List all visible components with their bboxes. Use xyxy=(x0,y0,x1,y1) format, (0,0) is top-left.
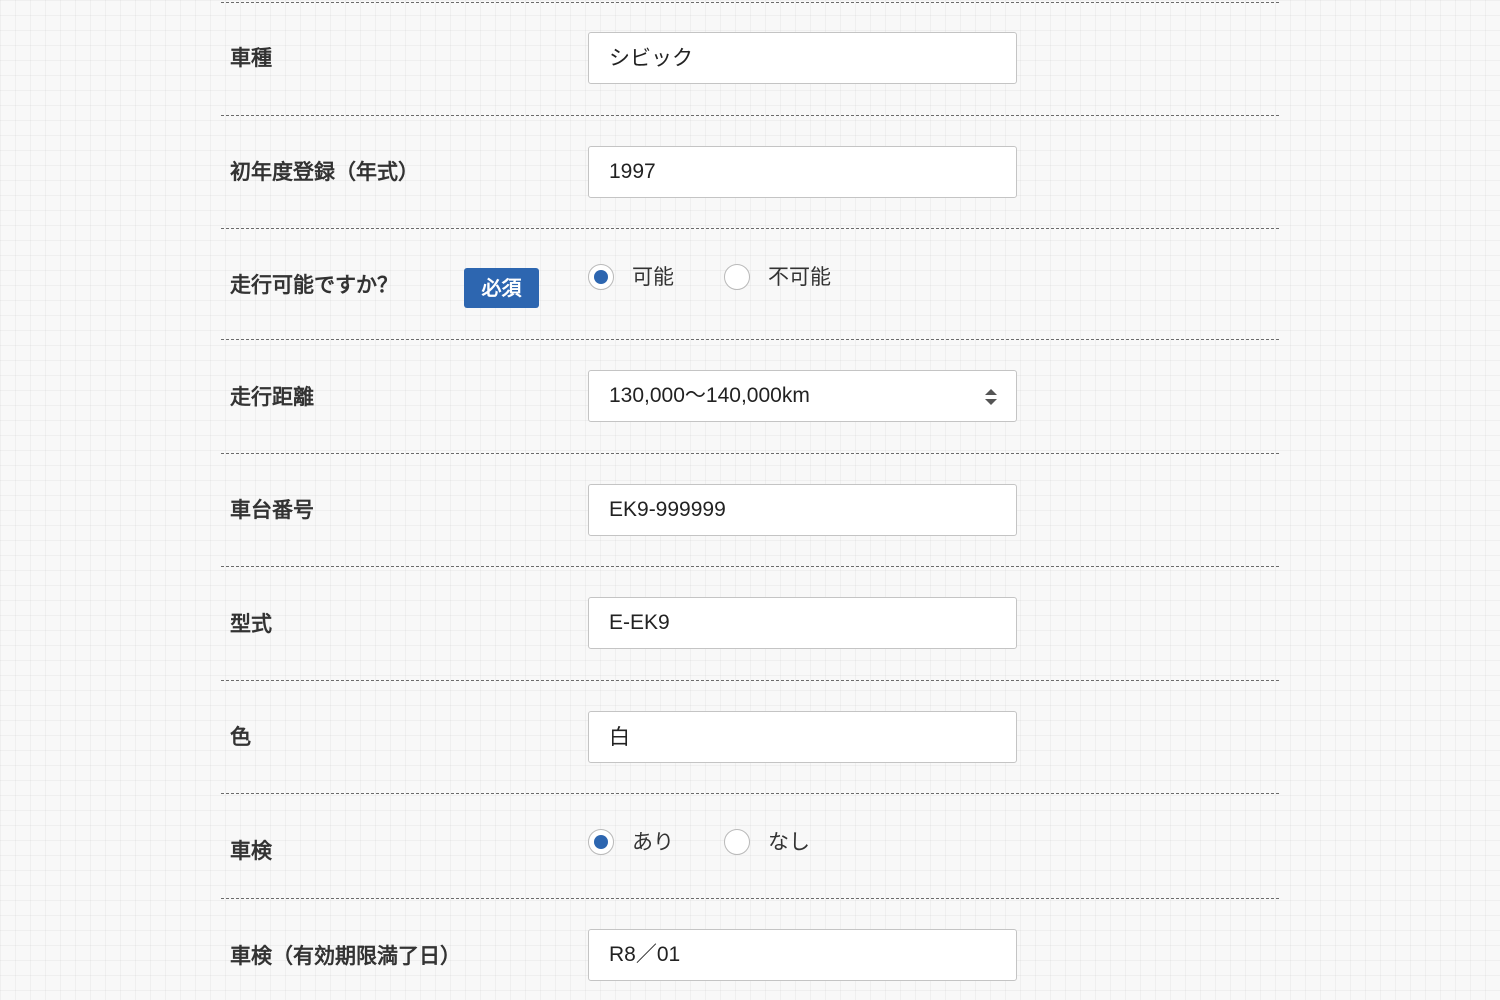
row-divider xyxy=(221,680,1279,681)
chassis-number-value: EK9-999999 xyxy=(609,498,726,521)
mileage-value: 130,000〜140,000km xyxy=(609,384,810,407)
row-divider xyxy=(221,228,1279,229)
row-divider xyxy=(221,339,1279,340)
row-divider xyxy=(221,453,1279,454)
row-divider xyxy=(221,115,1279,116)
inspection-no-radio[interactable] xyxy=(724,829,750,855)
first-registration-input[interactable]: 1997 xyxy=(588,146,1017,198)
color-value: 白 xyxy=(609,725,630,749)
model-code-input[interactable]: E-EK9 xyxy=(588,597,1017,649)
drivable-label: 走行可能ですか？ xyxy=(230,273,398,297)
mileage-select[interactable]: 130,000〜140,000km xyxy=(588,370,1017,422)
select-arrows-icon xyxy=(985,389,997,405)
mileage-label: 走行距離 xyxy=(230,385,314,409)
row-divider xyxy=(221,2,1279,3)
chassis-number-input[interactable]: EK9-999999 xyxy=(588,484,1017,536)
row-divider xyxy=(221,793,1279,794)
model-code-value: E-EK9 xyxy=(609,611,670,634)
required-badge: 必須 xyxy=(464,268,539,308)
inspection-label: 車検 xyxy=(230,839,272,863)
inspection-expiry-input[interactable]: R8／01 xyxy=(588,929,1017,981)
drivable-no-radio[interactable] xyxy=(724,264,750,290)
first-registration-value: 1997 xyxy=(609,160,656,183)
drivable-yes-radio[interactable] xyxy=(588,264,614,290)
color-input[interactable]: 白 xyxy=(588,711,1017,763)
inspection-yes-radio[interactable] xyxy=(588,829,614,855)
car-model-input[interactable]: シビック xyxy=(588,32,1017,84)
row-divider xyxy=(221,898,1279,899)
inspection-expiry-label: 車検（有効期限満了日） xyxy=(230,944,461,968)
inspection-yes-label[interactable]: あり xyxy=(632,827,674,857)
car-model-value: シビック xyxy=(609,46,693,70)
drivable-no-label[interactable]: 不可能 xyxy=(768,262,831,292)
car-model-label: 車種 xyxy=(230,46,272,70)
chassis-number-label: 車台番号 xyxy=(230,498,314,522)
drivable-yes-label[interactable]: 可能 xyxy=(632,262,674,292)
inspection-no-label[interactable]: なし xyxy=(768,827,810,857)
model-code-label: 型式 xyxy=(230,612,272,636)
inspection-expiry-value: R8／01 xyxy=(609,943,681,966)
color-label: 色 xyxy=(230,725,251,749)
first-registration-label: 初年度登録（年式） xyxy=(230,160,419,184)
row-divider xyxy=(221,566,1279,567)
